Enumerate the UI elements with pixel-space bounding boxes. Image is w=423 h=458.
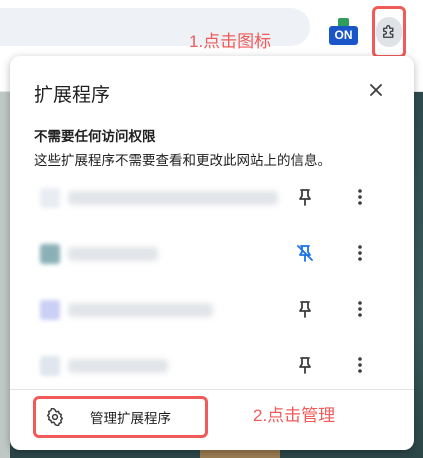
step-2-annotation: 2.点击管理 [253, 406, 336, 425]
more-options-button[interactable] [348, 185, 372, 209]
section-description: 这些扩展程序不需要查看和更改此网站上的信息。 [34, 153, 331, 169]
more-options-button[interactable] [348, 297, 372, 321]
extension-icon [40, 356, 60, 376]
manage-extensions-label: 管理扩展程序 [90, 411, 171, 427]
pin-icon [299, 301, 311, 318]
extensions-button[interactable] [376, 17, 402, 47]
step-1-annotation: 1.点击图标 [189, 32, 272, 51]
pinned-icon [297, 245, 313, 262]
gear-icon [46, 408, 64, 426]
extension-name-redacted [68, 359, 168, 373]
extensions-popup: 扩展程序 不需要任何访问权限 这些扩展程序不需要查看和更改此网站上的信息。 管理… [10, 56, 414, 450]
more-options-button[interactable] [348, 241, 372, 265]
extension-icon [40, 188, 60, 208]
page-background-edge [0, 92, 10, 458]
pin-button[interactable] [293, 185, 317, 209]
extensions-button-highlight[interactable] [372, 6, 406, 58]
popup-title: 扩展程序 [34, 84, 111, 106]
close-icon [370, 84, 382, 96]
pin-button[interactable] [293, 297, 317, 321]
close-button[interactable] [366, 80, 386, 100]
on-extension-icon[interactable]: ON [329, 18, 358, 45]
extension-name-redacted [68, 191, 278, 205]
popup-divider [10, 389, 414, 390]
section-title: 不需要任何访问权限 [34, 129, 156, 145]
more-vertical-icon [358, 245, 362, 261]
extension-icon [40, 244, 60, 264]
pin-icon [299, 189, 311, 206]
extension-row[interactable] [10, 228, 414, 278]
puzzle-icon [383, 25, 394, 38]
more-vertical-icon [358, 301, 362, 317]
unpin-button[interactable] [293, 241, 317, 265]
extension-name-redacted [68, 247, 158, 261]
extension-row[interactable] [10, 172, 414, 222]
pin-button[interactable] [293, 353, 317, 377]
more-vertical-icon [358, 357, 362, 373]
manage-extensions-button[interactable]: 管理扩展程序 [33, 396, 208, 438]
extension-icon [40, 300, 60, 320]
gear-icon-wrap [45, 407, 65, 427]
extension-row[interactable] [10, 284, 414, 334]
extension-row[interactable] [10, 340, 414, 390]
extension-name-redacted [68, 303, 213, 317]
more-options-button[interactable] [348, 353, 372, 377]
pin-icon [299, 357, 311, 374]
on-badge-label: ON [329, 26, 358, 45]
more-vertical-icon [358, 189, 362, 205]
